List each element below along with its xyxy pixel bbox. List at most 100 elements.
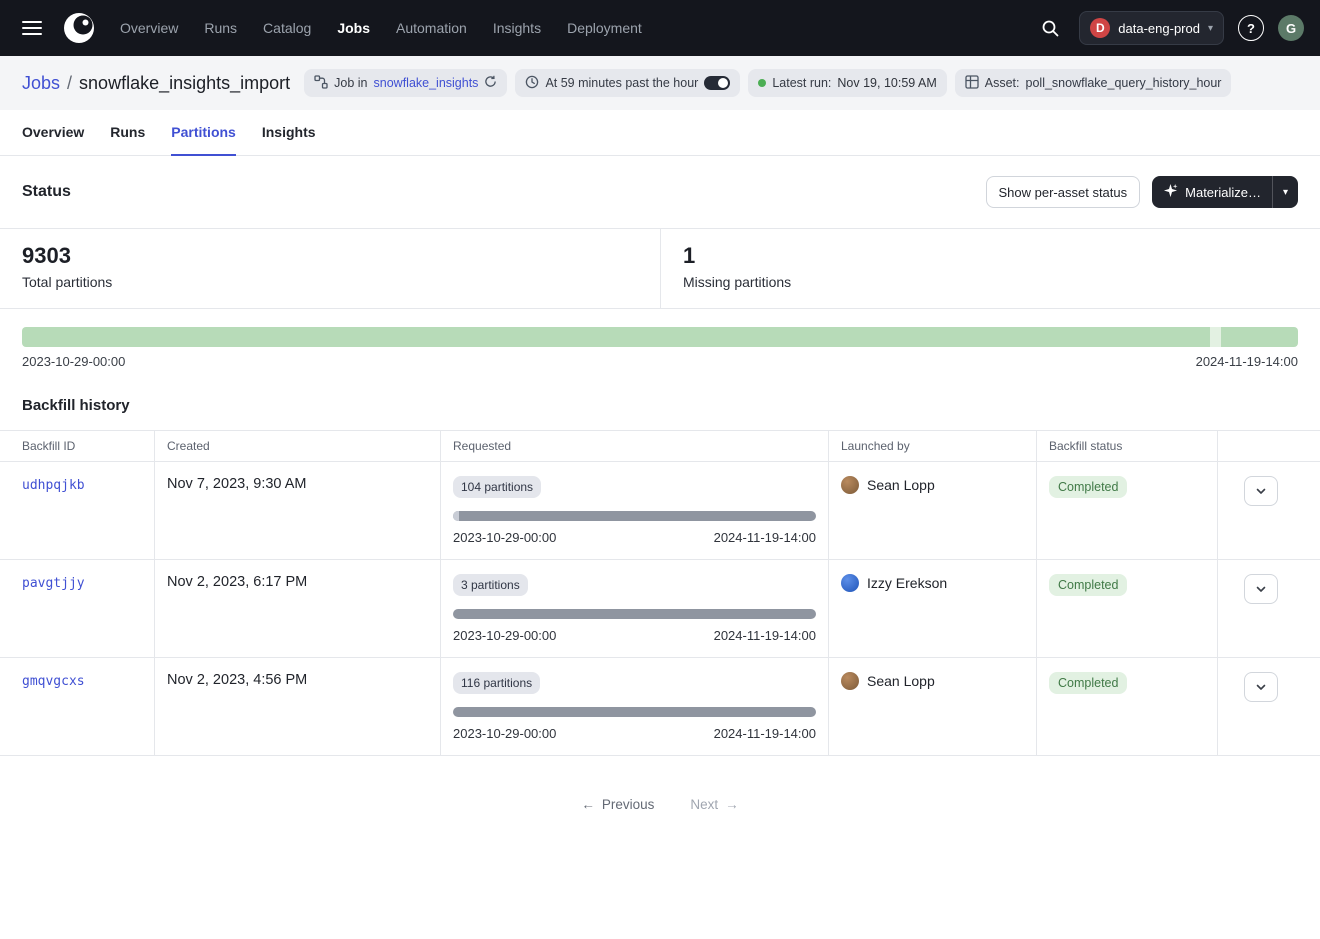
dagster-app: Overview Runs Catalog Jobs Automation In…: [0, 0, 1320, 820]
partition-count-chip[interactable]: 3 partitions: [453, 574, 528, 596]
row-actions-button[interactable]: [1244, 476, 1278, 506]
schedule-badge: At 59 minutes past the hour: [515, 69, 740, 97]
nav-item-overview[interactable]: Overview: [120, 20, 178, 36]
asset-badge: Asset: poll_snowflake_query_history_hour: [955, 69, 1232, 97]
requested-range-bar: [453, 511, 816, 521]
table-row: gmqvgcxs Nov 2, 2023, 4:56 PM 116 partit…: [0, 658, 1320, 756]
top-nav-bar: Overview Runs Catalog Jobs Automation In…: [0, 0, 1320, 56]
breadcrumb-jobs-link[interactable]: Jobs: [22, 73, 60, 94]
page-title: snowflake_insights_import: [79, 73, 290, 94]
clock-icon: [525, 75, 539, 92]
partition-health-bar[interactable]: [22, 327, 1298, 347]
materialize-button[interactable]: Materialize…: [1152, 176, 1272, 208]
created-cell: Nov 2, 2023, 6:17 PM: [155, 560, 441, 657]
nav-item-deployment[interactable]: Deployment: [567, 20, 642, 36]
asset-link[interactable]: poll_snowflake_query_history_hour: [1026, 76, 1222, 90]
table-row: udhpqjkb Nov 7, 2023, 9:30 AM 104 partit…: [0, 462, 1320, 560]
deployment-switcher[interactable]: D data-eng-prod ▾: [1079, 11, 1224, 45]
hamburger-menu-icon[interactable]: [16, 14, 48, 42]
row-range-start: 2023-10-29-00:00: [453, 628, 556, 643]
tab-overview[interactable]: Overview: [22, 110, 84, 156]
table-row: pavgtjjy Nov 2, 2023, 6:17 PM 3 partitio…: [0, 560, 1320, 658]
primary-nav: Overview Runs Catalog Jobs Automation In…: [120, 20, 642, 36]
show-per-asset-status-button[interactable]: Show per-asset status: [986, 176, 1141, 208]
previous-page-button[interactable]: ← Previous: [571, 788, 664, 820]
user-avatar[interactable]: G: [1278, 15, 1304, 41]
created-cell: Nov 2, 2023, 4:56 PM: [155, 658, 441, 755]
backfill-id-link[interactable]: pavgtjjy: [22, 576, 85, 591]
nav-item-insights[interactable]: Insights: [493, 20, 541, 36]
search-icon[interactable]: [1035, 13, 1065, 43]
backfill-id-link[interactable]: udhpqjkb: [22, 478, 85, 493]
col-backfill-status: Backfill status: [1037, 431, 1218, 461]
missing-partitions-stat: 1 Missing partitions: [660, 229, 1320, 308]
partition-count-chip[interactable]: 104 partitions: [453, 476, 541, 498]
status-badge: Completed: [1049, 476, 1127, 498]
chevron-down-icon: [1255, 485, 1267, 497]
requested-cell: 116 partitions 2023-10-29-00:00 2024-11-…: [441, 658, 829, 755]
row-range-start: 2023-10-29-00:00: [453, 530, 556, 545]
col-requested: Requested: [441, 431, 829, 461]
dagster-logo[interactable]: [62, 11, 96, 45]
next-label: Next: [690, 797, 718, 812]
help-icon[interactable]: ?: [1238, 15, 1264, 41]
row-actions-button[interactable]: [1244, 574, 1278, 604]
col-launched-by: Launched by: [829, 431, 1037, 461]
tab-runs[interactable]: Runs: [110, 110, 145, 156]
status-section-header: Status Show per-asset status Materialize…: [0, 156, 1320, 228]
schedule-toggle[interactable]: [704, 76, 730, 90]
nav-item-jobs[interactable]: Jobs: [337, 20, 370, 36]
status-badge: Completed: [1049, 574, 1127, 596]
requested-range-labels: 2023-10-29-00:00 2024-11-19-14:00: [453, 628, 816, 643]
refresh-icon[interactable]: [484, 75, 497, 91]
launched-by-avatar: [841, 476, 859, 494]
partition-count-chip[interactable]: 116 partitions: [453, 672, 540, 694]
status-title: Status: [22, 183, 71, 201]
page-header: Jobs / snowflake_insights_import Job in …: [0, 56, 1320, 110]
materialize-label: Materialize…: [1185, 185, 1261, 200]
tab-insights[interactable]: Insights: [262, 110, 316, 156]
job-in-label: Job in: [334, 76, 367, 90]
partition-stats: 9303 Total partitions 1 Missing partitio…: [0, 228, 1320, 309]
nav-item-automation[interactable]: Automation: [396, 20, 467, 36]
backfill-id-link[interactable]: gmqvgcxs: [22, 674, 85, 689]
row-actions-button[interactable]: [1244, 672, 1278, 702]
row-range-end: 2024-11-19-14:00: [714, 530, 816, 545]
schedule-label: At 59 minutes past the hour: [545, 76, 698, 90]
materialize-dropdown-caret[interactable]: ▾: [1272, 176, 1298, 208]
deployment-avatar: D: [1090, 18, 1110, 38]
nav-item-catalog[interactable]: Catalog: [263, 20, 311, 36]
job-tabs: Overview Runs Partitions Insights: [0, 110, 1320, 156]
job-location-badge: Job in snowflake_insights: [304, 69, 507, 97]
chevron-down-icon: ▾: [1208, 23, 1213, 34]
launched-by-avatar: [841, 672, 859, 690]
asset-label: Asset:: [985, 76, 1020, 90]
tab-partitions[interactable]: Partitions: [171, 110, 236, 156]
nav-item-runs[interactable]: Runs: [204, 20, 237, 36]
arrow-right-icon: →: [725, 797, 739, 812]
toggle-knob: [718, 78, 728, 88]
latest-run-label: Latest run:: [772, 76, 831, 90]
created-cell: Nov 7, 2023, 9:30 AM: [155, 462, 441, 559]
launched-by-name: Sean Lopp: [867, 673, 935, 689]
requested-range-labels: 2023-10-29-00:00 2024-11-19-14:00: [453, 726, 816, 741]
latest-run-link[interactable]: Nov 19, 10:59 AM: [837, 76, 936, 90]
chevron-down-icon: [1255, 681, 1267, 693]
materialize-split-button: Materialize… ▾: [1152, 176, 1298, 208]
requested-range-bar: [453, 707, 816, 717]
launched-by-avatar: [841, 574, 859, 592]
asset-grid-icon: [965, 75, 979, 92]
pagination: ← Previous Next →: [0, 788, 1320, 820]
status-actions: Show per-asset status Materialize… ▾: [986, 176, 1298, 208]
latest-run-badge: Latest run: Nov 19, 10:59 AM: [748, 69, 946, 97]
launched-by-name: Sean Lopp: [867, 477, 935, 493]
launched-by-cell: Izzy Erekson: [841, 574, 1024, 592]
col-actions: [1218, 431, 1320, 461]
launched-by-cell: Sean Lopp: [841, 672, 1024, 690]
range-end-label: 2024-11-19-14:00: [1196, 354, 1298, 369]
code-location-link[interactable]: snowflake_insights: [374, 76, 479, 90]
row-range-start: 2023-10-29-00:00: [453, 726, 556, 741]
next-page-button[interactable]: Next →: [680, 788, 748, 820]
launched-by-cell: Sean Lopp: [841, 476, 1024, 494]
backfill-history-title: Backfill history: [0, 369, 1320, 430]
